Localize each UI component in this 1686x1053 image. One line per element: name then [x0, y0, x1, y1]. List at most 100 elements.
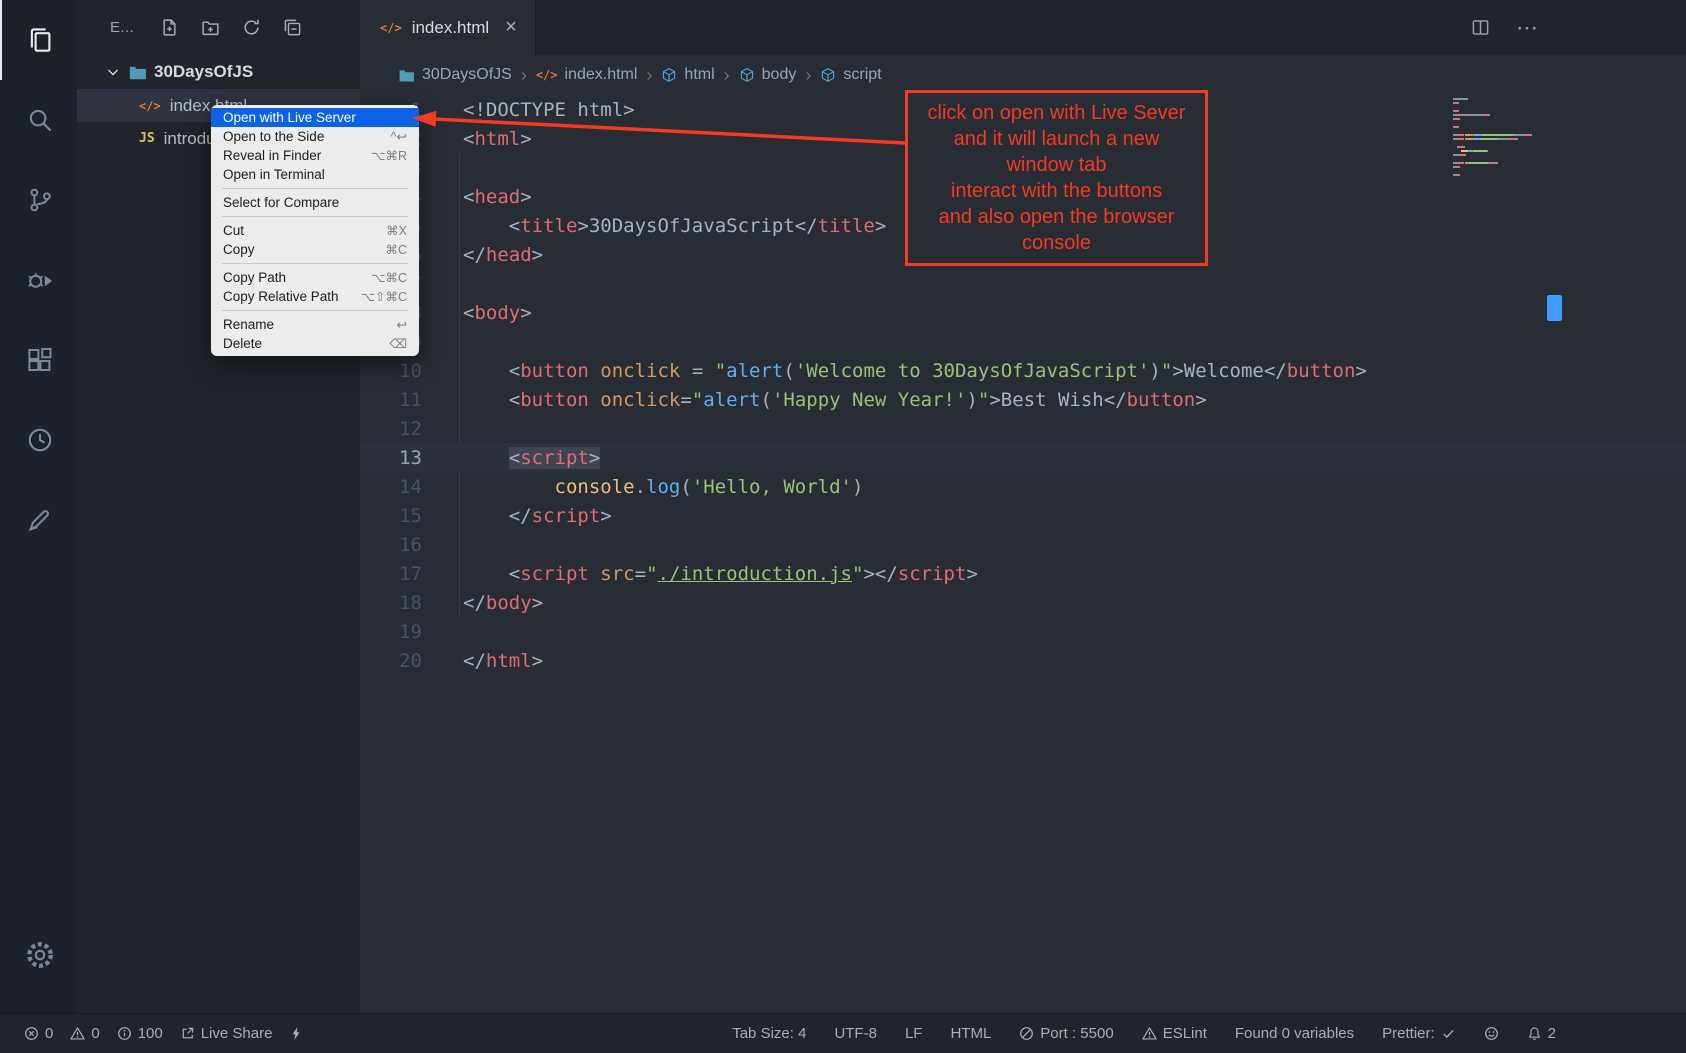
run-debug-activity-button[interactable]: [0, 240, 77, 320]
symbol-cube-icon: [661, 67, 677, 83]
warning-icon: [70, 1026, 85, 1041]
menu-item-copy-path[interactable]: Copy Path⌥⌘C: [211, 268, 419, 287]
breadcrumb-30daysofjs[interactable]: 30DaysOfJS: [398, 66, 512, 84]
status-eol[interactable]: LF: [905, 1025, 923, 1042]
new-file-icon[interactable]: [160, 18, 179, 37]
menu-separator: [222, 216, 408, 217]
folder-section-label: 30DaysOfJS: [154, 62, 253, 82]
circle-slash-icon: [1019, 1026, 1034, 1041]
status-problems-warnings[interactable]: 0: [70, 1025, 99, 1042]
annotation-box: click on open with Live Severand it will…: [905, 90, 1208, 266]
extensions-icon: [25, 345, 55, 375]
search-activity-button[interactable]: [0, 80, 77, 160]
annotation-line: and it will launch a new: [914, 126, 1199, 152]
more-actions-icon[interactable]: ⋯: [1516, 15, 1540, 41]
menu-item-select-for-compare[interactable]: Select for Compare: [211, 193, 419, 212]
status-language-mode[interactable]: HTML: [950, 1025, 991, 1042]
folder-section-30daysofjs[interactable]: 30DaysOfJS: [77, 55, 360, 89]
js-file-icon: JS: [139, 131, 155, 146]
menu-item-open-with-live-server[interactable]: Open with Live Server: [211, 108, 419, 127]
status-eslint[interactable]: ESLint: [1142, 1025, 1207, 1042]
breadcrumb-chevron-icon: ›: [805, 65, 811, 86]
code-line-10: 10 <button onclick = "alert('Welcome to …: [360, 356, 1686, 385]
html-file-icon: </>: [380, 21, 402, 35]
minimap[interactable]: [1453, 98, 1545, 178]
status-feedback-smiley[interactable]: [1484, 1026, 1499, 1041]
line-number: 14: [360, 476, 422, 498]
new-folder-icon[interactable]: [201, 18, 220, 37]
status-live-share[interactable]: Live Share: [180, 1025, 273, 1042]
tab-index-html[interactable]: </> index.html ×: [360, 0, 536, 55]
menu-item-open-to-the-side[interactable]: Open to the Side^↩: [211, 127, 419, 146]
line-number: 13: [360, 447, 422, 469]
menu-item-open-in-terminal[interactable]: Open in Terminal: [211, 165, 419, 184]
menu-item-delete[interactable]: Delete⌫: [211, 334, 419, 353]
line-number: 17: [360, 563, 422, 585]
code-line-7: 7: [360, 269, 1686, 298]
source-control-activity-button[interactable]: [0, 160, 77, 240]
line-number: 16: [360, 534, 422, 556]
breadcrumb-chevron-icon: ›: [521, 65, 527, 86]
status-bar-right: Tab Size: 4 UTF-8 LF HTML Port : 5500 ESLint F…: [732, 1025, 1556, 1042]
status-notifications-bell[interactable]: 2: [1527, 1025, 1556, 1042]
extensions-activity-button[interactable]: [0, 320, 77, 400]
status-live-server-port[interactable]: Port : 5500: [1019, 1025, 1113, 1042]
status-bar: 00 100 Live Share Tab Size: 4 UTF-8 LF HTML Po…: [0, 1013, 1686, 1053]
code-line-12: 12: [360, 414, 1686, 443]
code-line-13: 13 <script>: [360, 443, 1686, 472]
line-number: 10: [360, 360, 422, 382]
explorer-header: E...: [77, 0, 360, 55]
search-icon: [25, 105, 55, 135]
pen-activity-button[interactable]: [0, 480, 77, 560]
close-tab-icon[interactable]: ×: [505, 16, 517, 39]
split-editor-icon[interactable]: [1471, 18, 1490, 37]
menu-item-rename[interactable]: Rename↩: [211, 315, 419, 334]
breadcrumb-index-html[interactable]: </>index.html: [536, 66, 638, 84]
symbol-cube-icon: [820, 67, 836, 83]
html-file-icon: </>: [139, 99, 161, 113]
bolt-icon: [289, 1026, 304, 1041]
info-icon: [117, 1026, 132, 1041]
folder-icon: [398, 67, 415, 84]
overview-ruler-marker: [1547, 295, 1562, 321]
clock-icon: [25, 425, 55, 455]
status-prettier[interactable]: Prettier:: [1382, 1025, 1456, 1042]
tab-label: index.html: [412, 18, 489, 38]
breadcrumb: 30DaysOfJS › </>index.html › html › body › scrip…: [360, 55, 1686, 95]
breadcrumb-chevron-icon: ›: [724, 65, 730, 86]
status-tab-size[interactable]: Tab Size: 4: [732, 1025, 806, 1042]
breadcrumb-html[interactable]: html: [661, 66, 714, 84]
breadcrumb-body[interactable]: body: [739, 66, 797, 84]
bell-icon: [1527, 1026, 1542, 1041]
annotation-line: and also open the browser: [914, 204, 1199, 230]
status-quick-actions[interactable]: [289, 1026, 304, 1041]
collapse-all-icon[interactable]: [283, 18, 302, 37]
status-problems-errors[interactable]: 0: [24, 1025, 53, 1042]
status-info-count[interactable]: 100: [117, 1025, 163, 1042]
code-line-9: 9: [360, 327, 1686, 356]
menu-separator: [222, 263, 408, 264]
chevron-down-icon: [105, 64, 121, 80]
explorer-actions: [160, 18, 302, 37]
debug-icon: [25, 265, 55, 295]
explorer-icon: [25, 25, 55, 55]
menu-item-copy-relative-path[interactable]: Copy Relative Path⌥⇧⌘C: [211, 287, 419, 306]
status-bar-left: 00 100 Live Share: [24, 1025, 304, 1042]
history-activity-button[interactable]: [0, 400, 77, 480]
warning-icon: [1142, 1026, 1157, 1041]
line-number: 11: [360, 389, 422, 411]
menu-item-cut[interactable]: Cut⌘X: [211, 221, 419, 240]
explorer-activity-button[interactable]: [0, 0, 77, 80]
explorer-title: E...: [110, 19, 134, 36]
breadcrumb-script[interactable]: script: [820, 66, 881, 84]
menu-item-reveal-in-finder[interactable]: Reveal in Finder⌥⌘R: [211, 146, 419, 165]
menu-item-copy[interactable]: Copy⌘C: [211, 240, 419, 259]
code-line-18: 18</body>: [360, 588, 1686, 617]
status-found-variables[interactable]: Found 0 variables: [1235, 1025, 1354, 1042]
gear-icon: [25, 940, 55, 970]
settings-activity-button[interactable]: [0, 915, 77, 995]
breadcrumb-chevron-icon: ›: [646, 65, 652, 86]
status-encoding[interactable]: UTF-8: [834, 1025, 877, 1042]
code-line-20: 20</html>: [360, 646, 1686, 675]
refresh-icon[interactable]: [242, 18, 261, 37]
